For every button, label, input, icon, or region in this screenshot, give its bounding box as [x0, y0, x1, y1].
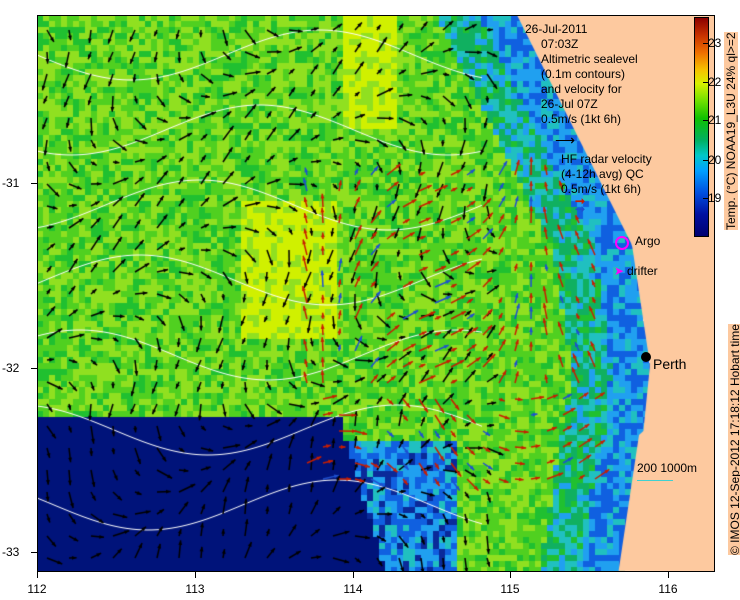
black-arrow-icon: ⟶ — [555, 132, 576, 148]
x-tick-label: 115 — [500, 582, 520, 596]
x-tick-label: 113 — [185, 582, 205, 596]
x-tick — [353, 572, 354, 578]
legend-line: and velocity for — [541, 82, 622, 96]
x-tick-label: 114 — [343, 582, 363, 596]
x-tick — [510, 572, 511, 578]
y-tick — [31, 183, 37, 184]
colorbar-label: 23 — [708, 36, 722, 50]
depth-scale-line — [637, 480, 673, 481]
legend-line: (4-12h avg) QC — [561, 167, 644, 181]
x-tick — [668, 572, 669, 578]
y-tick — [31, 368, 37, 369]
y-tick-label: -31 — [2, 176, 20, 190]
drifter-marker-icon: ➤ — [614, 264, 625, 278]
legend-line: Altimetric sealevel — [541, 52, 638, 66]
perth-dot-icon — [641, 352, 651, 362]
map-legend: 26-Jul-2011 07:03Z Altimetric sealevel (… — [525, 22, 652, 216]
colorbar-label: 22 — [708, 75, 722, 89]
legend-line: 0.5m/s (1kt 6h) — [541, 112, 622, 126]
x-tick-label: 116 — [658, 582, 678, 596]
colorbar — [694, 17, 709, 237]
colorbar-label: 19 — [708, 191, 722, 205]
colorbar-label: 21 — [708, 113, 722, 127]
x-tick-label: 112 — [27, 582, 47, 596]
colorbar-title: Temp. (°C) NOAA19_L3U 24% ql>=2 — [724, 32, 738, 230]
legend-altimetry: Altimetric sealevel (0.1m contours) and … — [541, 52, 652, 127]
legend-time: 07:03Z — [541, 37, 579, 51]
x-tick — [195, 572, 196, 578]
legend-hf: HF radar velocity (4-12h avg) QC 0.5m/s … — [561, 152, 652, 197]
x-tick — [37, 572, 38, 578]
argo-label: Argo — [635, 234, 661, 248]
y-tick — [31, 552, 37, 553]
legend-line: (0.1m contours) — [541, 67, 626, 81]
legend-date: 26-Jul-2011 — [525, 22, 588, 36]
drifter-label: drifter — [627, 264, 658, 278]
legend-line: HF radar velocity — [561, 152, 652, 166]
perth-label: Perth — [653, 356, 687, 372]
y-tick-label: -33 — [2, 545, 20, 559]
legend-line: 26-Jul 07Z — [541, 97, 598, 111]
credit-text: © IMOS 12-Sep-2012 17:18:12 Hobart time — [728, 324, 740, 555]
depth-scale-label: 200 1000m — [637, 461, 698, 475]
argo-marker-icon — [615, 236, 629, 250]
y-tick-label: -32 — [2, 361, 20, 375]
colorbar-label: 20 — [708, 153, 722, 167]
radar-arrows-icon: ➞ ➞ — [575, 194, 586, 216]
